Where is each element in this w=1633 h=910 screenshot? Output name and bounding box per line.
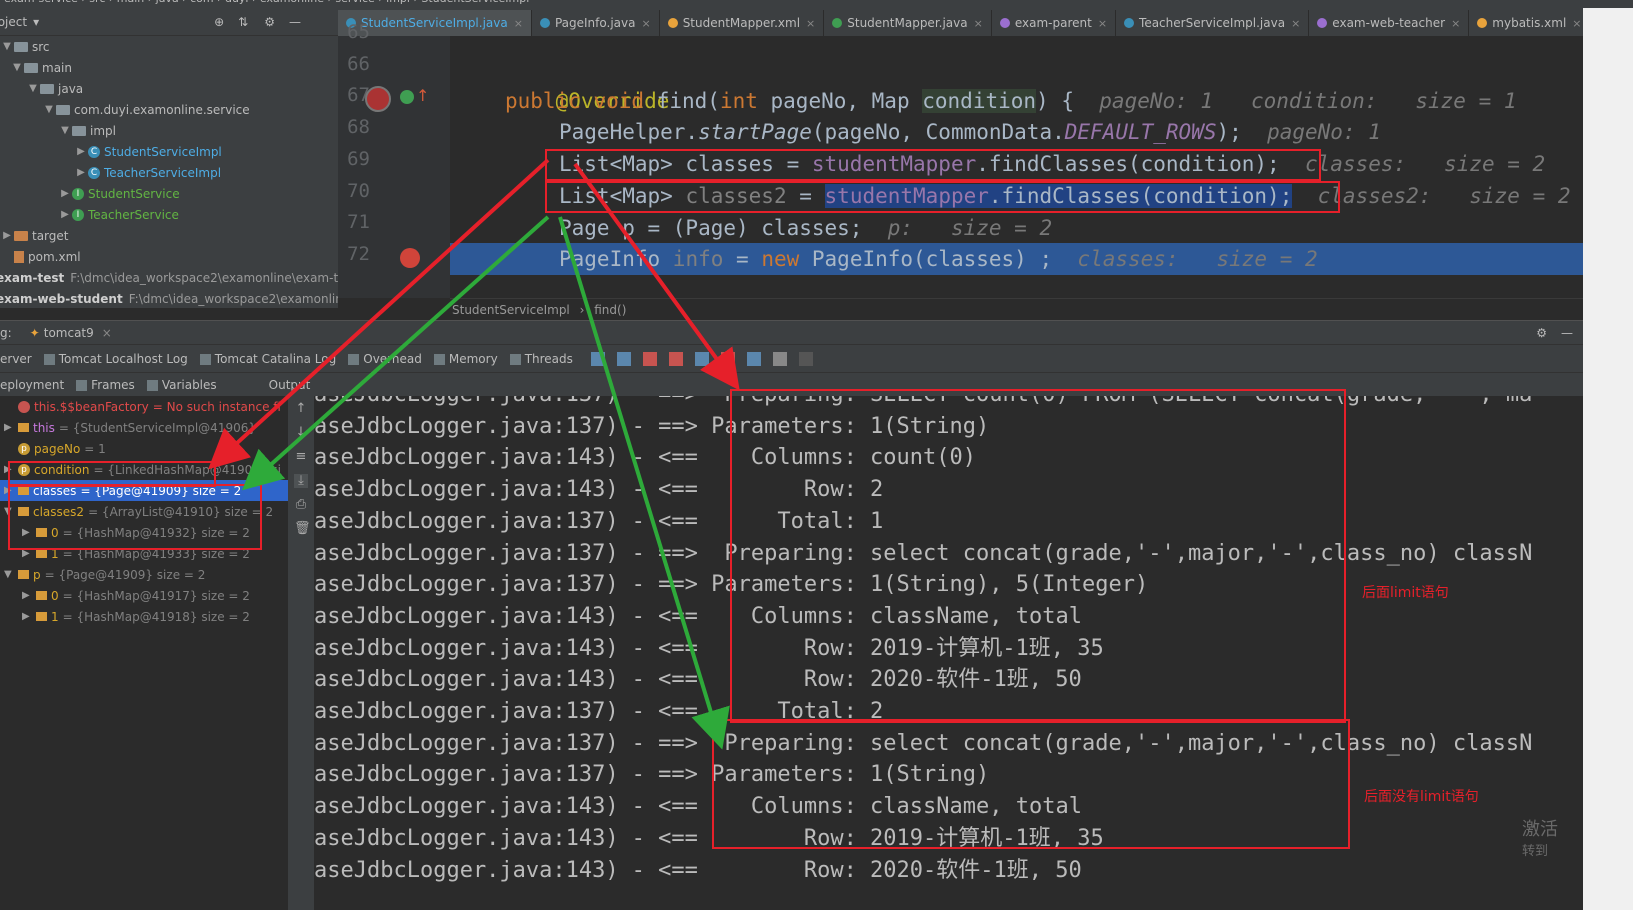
annotation-arrows: [208, 158, 740, 750]
arrow-classes-to-var: [208, 158, 550, 470]
arrow-classes2-to-sql: [558, 216, 730, 750]
arrow-classes2-to-var: [242, 215, 550, 491]
